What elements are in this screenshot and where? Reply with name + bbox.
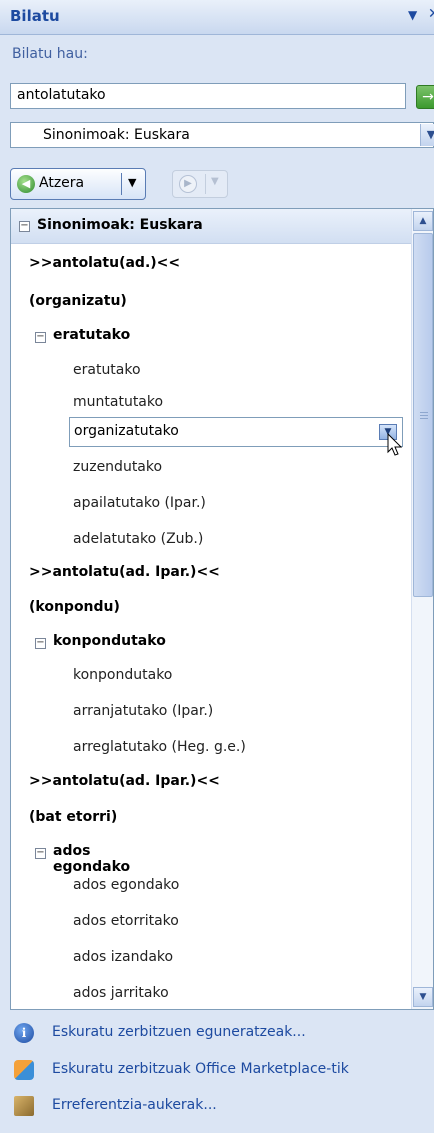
synonym-item[interactable]: eratutako — [73, 362, 141, 378]
collapse-icon[interactable]: − — [35, 638, 46, 649]
meaning-heading[interactable]: (organizatu) — [29, 293, 127, 309]
selected-synonym-label: organizatutako — [74, 423, 179, 439]
meaning-heading[interactable]: >>antolatu(ad. Ipar.)<< — [29, 773, 220, 789]
results-header-label: Sinonimoak: Euskara — [37, 217, 203, 233]
synonym-group-label: eratutako — [53, 327, 131, 343]
meaning-heading[interactable]: >>antolatu(ad.)<< — [29, 255, 180, 271]
synonym-item[interactable]: apailatutako (Ipar.) — [73, 495, 206, 511]
collapse-icon[interactable]: − — [35, 848, 46, 859]
synonym-item[interactable]: adelatutako (Zub.) — [73, 531, 203, 547]
link-research-options[interactable]: Erreferentzia-aukerak... — [52, 1097, 217, 1113]
synonym-item[interactable]: muntatutako — [73, 394, 163, 410]
meaning-heading[interactable]: >>antolatu(ad. Ipar.)<< — [29, 564, 220, 580]
back-dropdown-arrow-icon[interactable]: ▼ — [128, 176, 136, 189]
pane-options-arrow-icon[interactable]: ▼ — [408, 8, 417, 22]
synonym-item[interactable]: ados izandako — [73, 949, 173, 965]
meaning-heading[interactable]: (konpondu) — [29, 599, 120, 615]
synonym-item[interactable]: ados etorritako — [73, 913, 179, 929]
pane-title-bar: Bilatu ▼ ✕ — [0, 0, 434, 35]
results-list: − Sinonimoak: Euskara >>antolatu(ad.)<< … — [10, 208, 434, 1010]
forward-button[interactable]: ▶ ▼ — [172, 170, 228, 198]
research-options-icon — [14, 1096, 34, 1116]
back-button-label: Atzera — [39, 175, 85, 191]
synonym-item-selected[interactable]: organizatutako ▼ — [69, 417, 403, 447]
vertical-scrollbar[interactable]: ▲ ▼ — [411, 209, 433, 1009]
grip-icon — [420, 412, 428, 420]
scroll-up-icon[interactable]: ▲ — [413, 211, 433, 231]
synonym-group-label: konpondutako — [53, 633, 166, 649]
scroll-down-icon[interactable]: ▼ — [413, 987, 433, 1007]
link-update-services[interactable]: Eskuratu zerbitzuen eguneratzeak... — [52, 1024, 306, 1040]
collapse-icon[interactable]: − — [35, 332, 46, 343]
search-label: Bilatu hau: — [12, 46, 88, 62]
start-search-button[interactable]: → — [416, 85, 434, 109]
synonym-item[interactable]: arreglatutako (Heg. g.e.) — [73, 739, 246, 755]
reference-source-select[interactable]: Sinonimoak: Euskara ▼ — [10, 122, 434, 148]
back-arrow-icon: ◀ — [17, 175, 35, 193]
synonym-item[interactable]: arranjatutako (Ipar.) — [73, 703, 213, 719]
synonym-group-label: ados egondako — [53, 843, 131, 875]
close-icon[interactable]: ✕ — [428, 6, 434, 22]
chevron-down-icon[interactable]: ▼ — [420, 124, 434, 146]
source-value: Sinonimoak: Euskara — [43, 127, 190, 143]
divider — [121, 173, 122, 195]
office-marketplace-icon — [14, 1060, 34, 1080]
forward-dropdown-arrow-icon[interactable]: ▼ — [211, 176, 219, 187]
back-button[interactable]: ◀ Atzera ▼ — [10, 168, 146, 200]
link-office-marketplace[interactable]: Eskuratu zerbitzuak Office Marketplace-t… — [52, 1061, 349, 1077]
synonym-item[interactable]: ados egondako — [73, 877, 179, 893]
synonym-item[interactable]: konpondutako — [73, 667, 172, 683]
mouse-pointer-icon — [387, 433, 403, 456]
divider — [205, 174, 206, 194]
synonym-item[interactable]: zuzendutako — [73, 459, 162, 475]
collapse-icon[interactable]: − — [19, 221, 30, 232]
info-icon: i — [14, 1023, 34, 1043]
results-header[interactable]: − Sinonimoak: Euskara — [11, 209, 411, 244]
meaning-heading[interactable]: (bat etorri) — [29, 809, 117, 825]
arrow-right-icon: → — [422, 89, 434, 105]
pane-title: Bilatu — [10, 7, 60, 25]
forward-arrow-icon: ▶ — [179, 175, 197, 193]
search-input[interactable]: antolatutako — [10, 83, 406, 109]
synonym-item[interactable]: ados jarritako — [73, 985, 169, 1001]
scroll-thumb[interactable] — [413, 233, 433, 597]
